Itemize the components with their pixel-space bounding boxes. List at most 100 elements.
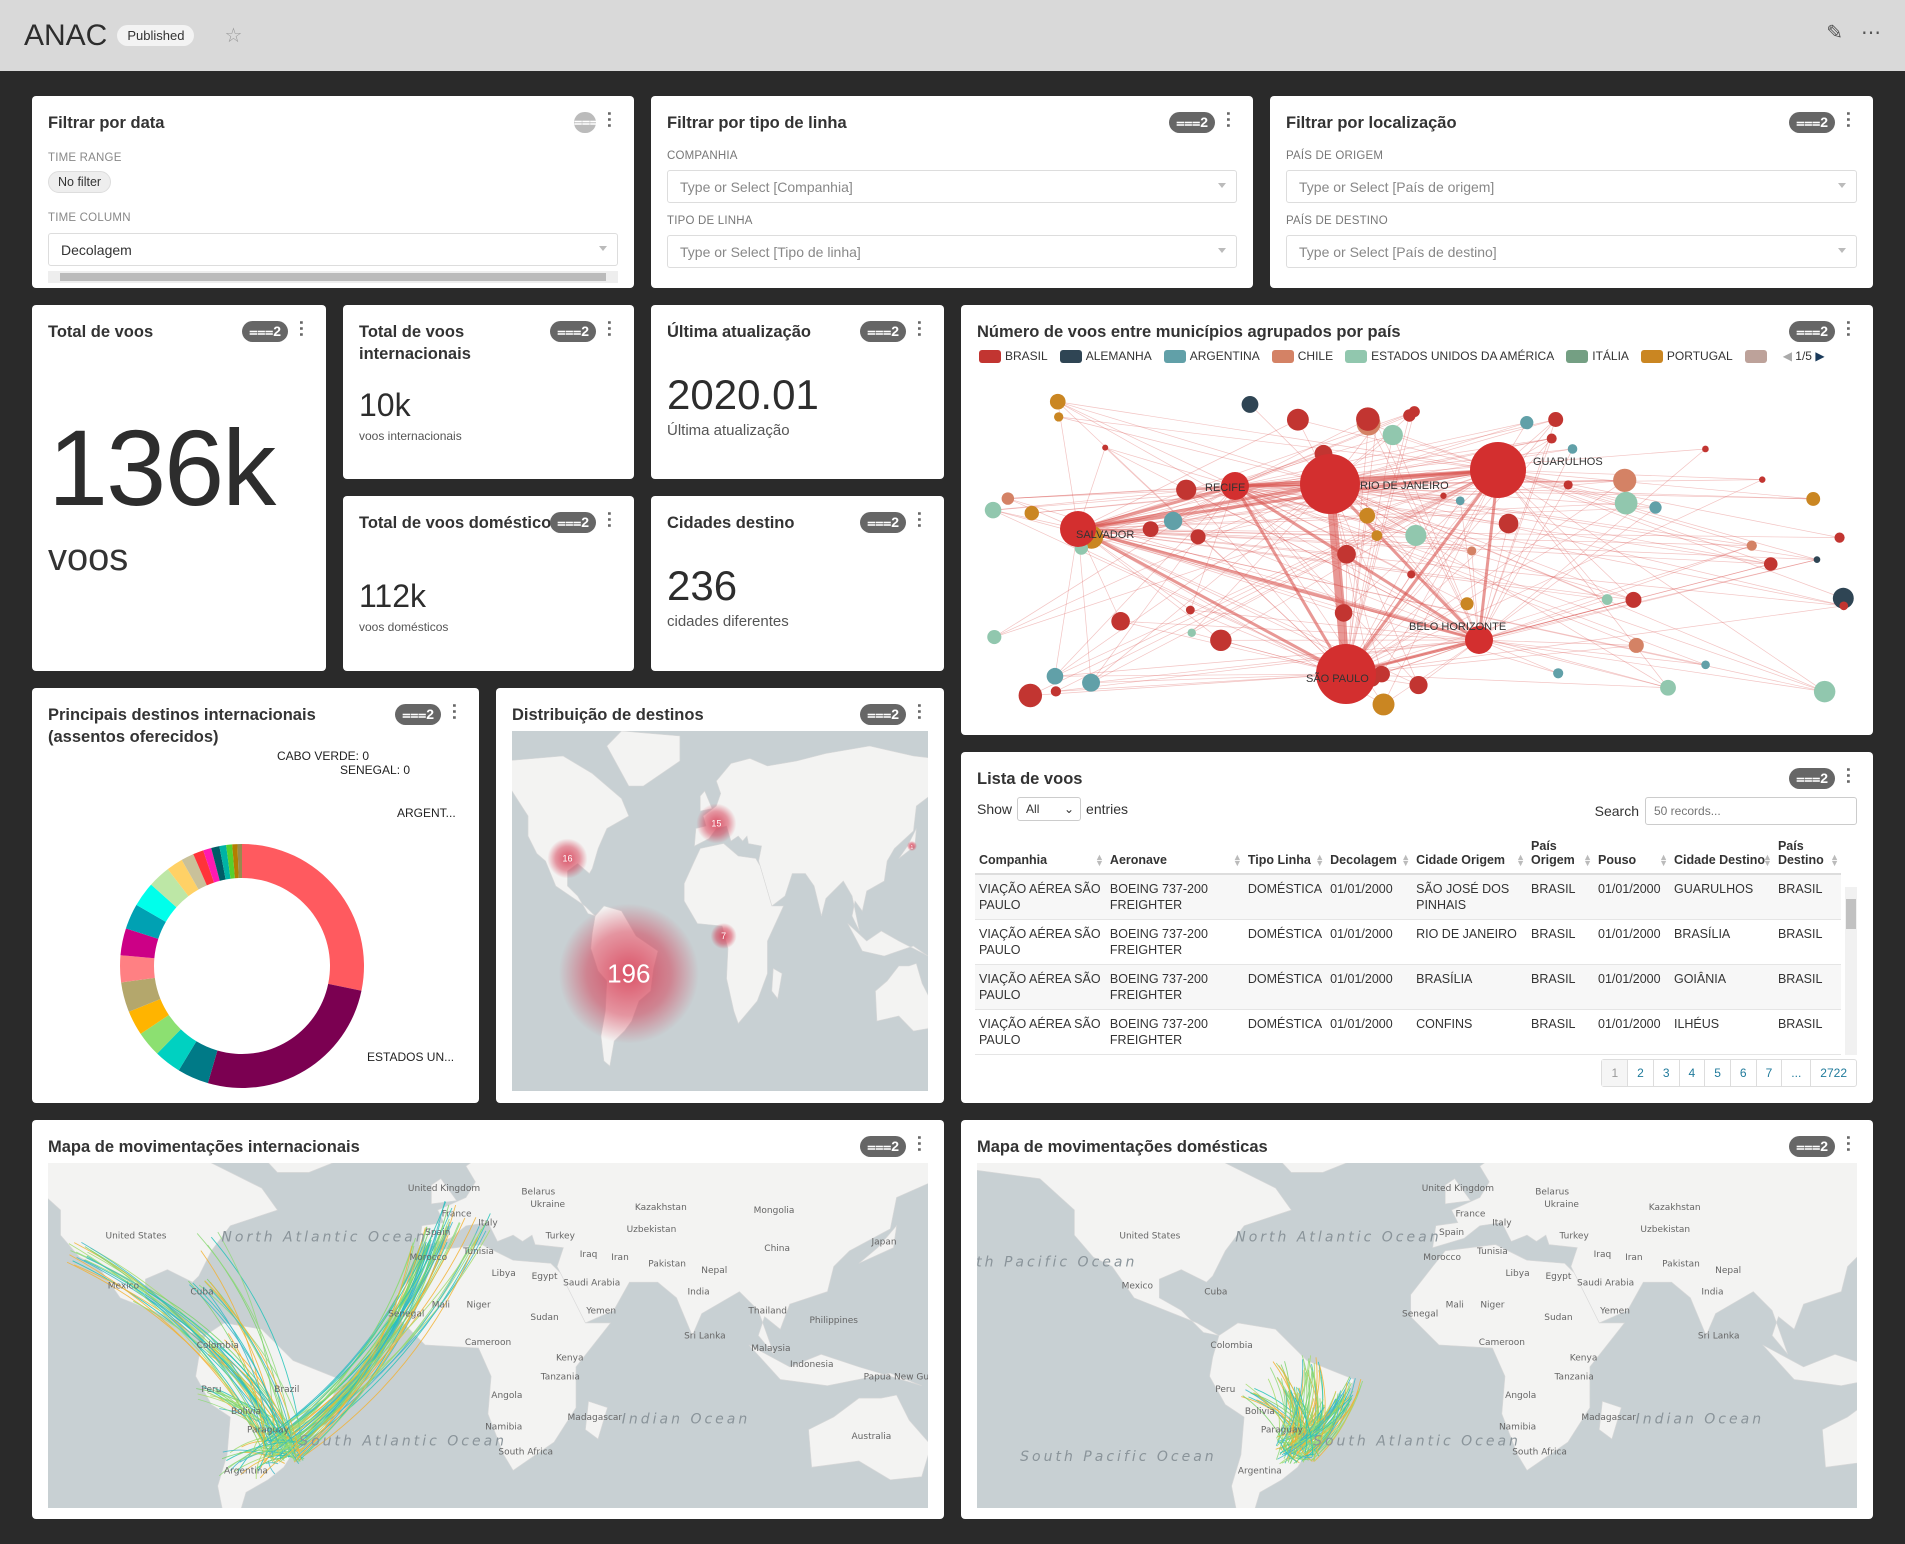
entries-select[interactable]: All ⌄ bbox=[1017, 797, 1082, 821]
more-vert-icon[interactable]: ··· bbox=[1838, 767, 1858, 785]
filter-badge[interactable]: ⩶2 bbox=[1169, 112, 1215, 133]
filter-badge[interactable]: ⩶2 bbox=[1789, 321, 1835, 342]
sort-icon[interactable]: ▲ ▼ bbox=[1659, 853, 1668, 868]
column-header[interactable]: Cidade Destino ▲ ▼ bbox=[1669, 835, 1774, 875]
map-country-label: Uzbekistan bbox=[1640, 1225, 1690, 1235]
table-row[interactable]: VIAÇÃO AÉREA SÃO PAULO BOEING 737-200 FRE… bbox=[975, 874, 1841, 920]
sort-icon[interactable]: ▲ ▼ bbox=[1233, 853, 1242, 868]
time-range-pill[interactable]: No filter bbox=[48, 171, 112, 193]
filter-badge[interactable]: ⩶2 bbox=[860, 321, 906, 342]
page-button[interactable]: 7 bbox=[1755, 1060, 1782, 1086]
legend-item[interactable] bbox=[1744, 349, 1771, 364]
filter-badge[interactable]: ⩶2 bbox=[860, 704, 906, 725]
companhia-select[interactable]: Type or Select [Companhia] bbox=[667, 170, 1237, 203]
more-vert-icon[interactable]: ··· bbox=[1838, 1135, 1858, 1153]
prev-page-icon[interactable]: ◀ bbox=[1783, 349, 1792, 363]
legend-item[interactable]: ITÁLIA bbox=[1566, 349, 1629, 364]
page-button[interactable]: 3 bbox=[1652, 1060, 1679, 1086]
map-country-label: Namibia bbox=[1499, 1423, 1536, 1433]
page-button[interactable]: 6 bbox=[1729, 1060, 1756, 1086]
legend-item[interactable]: PORTUGAL bbox=[1640, 349, 1733, 364]
more-vert-icon[interactable]: ··· bbox=[599, 320, 619, 338]
filter-badge[interactable]: ⩶2 bbox=[1789, 768, 1835, 789]
table-row[interactable]: VIAÇÃO AÉREA SÃO PAULO BOEING 737-200 FRE… bbox=[975, 1009, 1841, 1055]
edit-icon[interactable]: ✎ bbox=[1826, 20, 1843, 45]
column-header[interactable]: Pouso ▲ ▼ bbox=[1594, 835, 1670, 875]
legend-item[interactable]: BRASIL bbox=[979, 349, 1048, 364]
more-vert-icon[interactable]: ··· bbox=[909, 320, 929, 338]
legend-item[interactable]: ALEMANHA bbox=[1059, 349, 1152, 364]
filter-badge[interactable]: ⩶2 bbox=[1789, 1136, 1835, 1157]
sort-icon[interactable]: ▲ ▼ bbox=[1516, 853, 1525, 868]
page-button[interactable]: 1 bbox=[1602, 1060, 1628, 1086]
sort-icon[interactable]: ▲ ▼ bbox=[1830, 853, 1839, 868]
column-header[interactable]: Tipo Linha ▲ ▼ bbox=[1243, 835, 1327, 875]
destino-select[interactable]: Type or Select [País de destino] bbox=[1286, 235, 1857, 268]
destinations-cluster-map[interactable]: 196 16 15 7 1 bbox=[512, 731, 928, 1091]
sort-icon[interactable]: ▲ ▼ bbox=[1315, 853, 1324, 868]
city-label: SÃO PAULO bbox=[1306, 672, 1369, 685]
card-title: Total de voos domésticos bbox=[359, 514, 561, 532]
page-button[interactable]: 2 bbox=[1627, 1060, 1653, 1086]
map-country-label: Niger bbox=[466, 1300, 490, 1310]
network-graph[interactable]: RECIFE RIO DE JANEIRO GUARULHOS SALVADOR BEL… bbox=[977, 375, 1859, 725]
more-vert-icon[interactable]: ··· bbox=[1218, 111, 1238, 129]
origem-select[interactable]: Type or Select [País de origem] bbox=[1286, 170, 1857, 203]
page-button[interactable]: 5 bbox=[1704, 1060, 1730, 1086]
ultima-atualizacao-card: Última atualização ⩶2 ··· 2020.01 Última… bbox=[651, 305, 944, 479]
map-country-label: Yemen bbox=[585, 1307, 616, 1317]
filter-badge[interactable]: ⩶2 bbox=[550, 512, 596, 533]
status-badge[interactable]: Published bbox=[117, 25, 195, 46]
more-icon[interactable]: ⋯ bbox=[1861, 20, 1881, 45]
column-header[interactable]: Companhia ▲ ▼ bbox=[975, 835, 1106, 875]
time-column-label: TIME COLUMN bbox=[48, 212, 131, 224]
more-vert-icon[interactable]: ··· bbox=[599, 111, 619, 129]
table-header-row: Companhia ▲ ▼ Aeronave ▲ ▼ Tipo Linha ▲ ▼ Decolag… bbox=[975, 835, 1841, 875]
more-vert-icon[interactable]: ··· bbox=[1838, 111, 1858, 129]
column-header[interactable]: País Destino ▲ ▼ bbox=[1773, 835, 1841, 875]
filter-badge[interactable]: ⩶2 bbox=[1789, 112, 1835, 133]
more-vert-icon[interactable]: ··· bbox=[1838, 320, 1858, 338]
placeholder: Type or Select [País de destino] bbox=[1299, 243, 1497, 260]
big-number-subtitle: voos domésticos bbox=[359, 620, 449, 634]
sort-icon[interactable]: ▲ ▼ bbox=[1095, 853, 1104, 868]
more-vert-icon[interactable]: ··· bbox=[909, 511, 929, 529]
legend-item[interactable]: CHILE bbox=[1271, 349, 1333, 364]
column-header[interactable]: Aeronave ▲ ▼ bbox=[1105, 835, 1244, 875]
filter-badge[interactable]: ⩶2 bbox=[860, 1136, 906, 1157]
filter-badge[interactable]: ⩶2 bbox=[242, 321, 288, 342]
card-title: Mapa de movimentações internacionais bbox=[48, 1138, 360, 1156]
time-column-select[interactable]: Decolagem bbox=[48, 233, 618, 266]
map-ocean-label: Indian Ocean bbox=[622, 1411, 750, 1427]
vertical-scrollbar[interactable] bbox=[1845, 887, 1857, 1055]
horizontal-scrollbar[interactable] bbox=[48, 271, 618, 283]
filter-badge[interactable]: ⩶2 bbox=[860, 512, 906, 533]
column-header[interactable]: Cidade Origem ▲ ▼ bbox=[1412, 835, 1528, 875]
sort-icon[interactable]: ▲ ▼ bbox=[1401, 853, 1410, 868]
page-button[interactable]: 2722 bbox=[1810, 1060, 1856, 1086]
tipo-linha-select[interactable]: Type or Select [Tipo de linha] bbox=[667, 235, 1237, 268]
star-icon[interactable]: ☆ bbox=[224, 23, 242, 48]
filter-badge[interactable]: ⩶2 bbox=[550, 321, 596, 342]
more-vert-icon[interactable]: ··· bbox=[909, 703, 929, 721]
column-header[interactable]: Decolagem ▲ ▼ bbox=[1326, 835, 1413, 875]
more-vert-icon[interactable]: ··· bbox=[909, 1135, 929, 1153]
legend-item[interactable]: ARGENTINA bbox=[1163, 349, 1260, 364]
page-button[interactable]: 4 bbox=[1678, 1060, 1705, 1086]
page-button[interactable]: ... bbox=[1781, 1060, 1810, 1086]
network-hub-node bbox=[1470, 442, 1526, 498]
table-row[interactable]: VIAÇÃO AÉREA SÃO PAULO BOEING 737-200 FRE… bbox=[975, 919, 1841, 965]
domestic-flights-map[interactable]: United States Mexico Cuba Colombia Peru Boliv… bbox=[977, 1163, 1857, 1508]
column-header[interactable]: País Origem ▲ ▼ bbox=[1527, 835, 1594, 875]
search-input[interactable] bbox=[1645, 797, 1857, 825]
legend-item[interactable]: ESTADOS UNIDOS DA AMÉRICA bbox=[1345, 349, 1554, 364]
international-flights-map[interactable]: United States Mexico Cuba Colombia Peru Brazi… bbox=[48, 1163, 928, 1508]
network-node bbox=[1601, 594, 1613, 605]
sort-icon[interactable]: ▲ ▼ bbox=[1763, 853, 1772, 868]
sort-icon[interactable]: ▲ ▼ bbox=[1583, 853, 1592, 868]
table-row[interactable]: VIAÇÃO AÉREA SÃO PAULO BOEING 737-200 FRE… bbox=[975, 964, 1841, 1010]
more-vert-icon[interactable]: ··· bbox=[599, 511, 619, 529]
next-page-icon[interactable]: ▶ bbox=[1815, 349, 1824, 363]
more-vert-icon[interactable]: ··· bbox=[291, 320, 311, 338]
filter-icon[interactable]: ⩶ bbox=[574, 112, 598, 133]
